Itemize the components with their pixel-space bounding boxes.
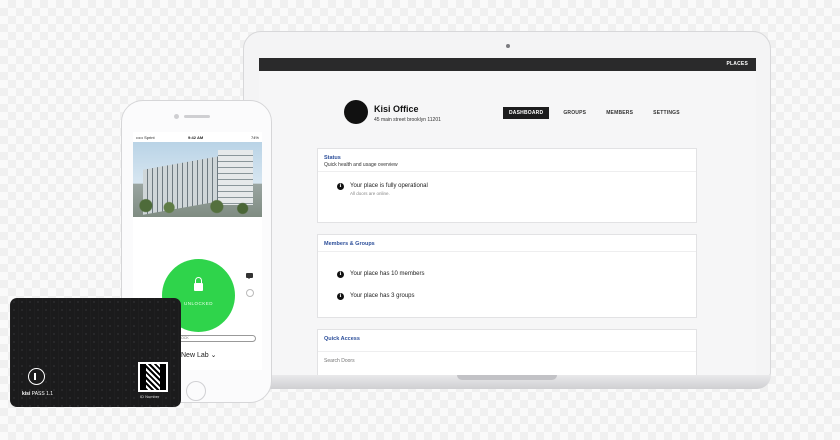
- chat-icon[interactable]: [246, 273, 253, 279]
- status-row: i Your place is fully operational All do…: [337, 183, 428, 196]
- quick-access-title: Quick Access: [324, 336, 360, 342]
- status-subtitle: Quick health and usage overview: [324, 162, 398, 168]
- place-name: Kisi Office: [374, 104, 419, 114]
- status-message: Your place is fully operational: [350, 183, 428, 189]
- card-brand: kisi PASS 1.1: [22, 391, 53, 397]
- status-title: Status: [324, 155, 341, 161]
- groups-text: Your place has 3 groups: [350, 293, 415, 299]
- kisi-pass-card: kisi PASS 1.1 ID Number: [10, 298, 181, 407]
- search-doors-input[interactable]: [318, 351, 696, 369]
- phone-camera: [174, 114, 179, 119]
- phone-speaker: [184, 115, 210, 118]
- phone-status-bar: ••••• Sprint 9:42 AM 74%: [133, 132, 262, 142]
- place-header: Kisi Office 45 main street brooklyn 1120…: [259, 71, 756, 141]
- lab-name: New Lab: [181, 352, 209, 359]
- places-link[interactable]: PLACES: [727, 61, 748, 67]
- place-logo: [344, 100, 368, 124]
- status-detail: All doors are online.: [350, 191, 390, 196]
- trees: [133, 198, 262, 217]
- status-card-header: Status Quick health and usage overview: [318, 149, 696, 172]
- members-groups-title: Members & Groups: [324, 241, 375, 247]
- tab-dashboard[interactable]: DASHBOARD: [503, 107, 550, 119]
- card-model: PASS 1.1: [31, 391, 54, 397]
- members-groups-card: Members & Groups i Your place has 10 mem…: [317, 234, 697, 318]
- brand-name: kisi: [22, 391, 31, 397]
- main-nav: DASHBOARD GROUPS MEMBERS SETTINGS: [503, 107, 686, 119]
- qr-label: ID Number: [140, 394, 160, 399]
- tab-groups[interactable]: GROUPS: [557, 107, 592, 119]
- members-row[interactable]: i Your place has 10 members: [337, 271, 425, 278]
- chevron-down-icon: ⌄: [208, 352, 217, 359]
- members-text: Your place has 10 members: [350, 271, 425, 277]
- place-address: 45 main street brooklyn 11201: [374, 117, 441, 123]
- info-icon: i: [337, 183, 344, 190]
- info-icon: i: [337, 293, 344, 300]
- laptop: PLACES Kisi Office 45 main street brookl…: [243, 31, 771, 391]
- dashboard-screen: PLACES Kisi Office 45 main street brookl…: [259, 58, 756, 376]
- circle-icon[interactable]: [246, 289, 254, 297]
- info-icon: i: [337, 271, 344, 278]
- members-groups-header: Members & Groups: [318, 235, 696, 252]
- status-text: Your place is fully operational All door…: [350, 183, 428, 196]
- tab-members[interactable]: MEMBERS: [600, 107, 639, 119]
- battery-label: 74%: [250, 135, 259, 140]
- carrier-label: ••••• Sprint: [136, 135, 155, 140]
- kisi-logo: [28, 368, 45, 385]
- qr-code: [138, 362, 168, 392]
- laptop-camera: [506, 44, 510, 48]
- place-selector[interactable]: New Lab ⌄: [181, 351, 216, 359]
- phone-time: 9:42 AM: [188, 135, 204, 140]
- qr-pattern: [140, 364, 166, 390]
- laptop-notch: [457, 375, 557, 380]
- home-button[interactable]: [186, 381, 206, 401]
- building-tower: [218, 150, 253, 205]
- building-photo: [133, 142, 262, 217]
- status-card: Status Quick health and usage overview i…: [317, 148, 697, 223]
- lock-icon: [194, 277, 203, 291]
- top-bar: PLACES: [259, 58, 756, 71]
- quick-access-card: Quick Access: [317, 329, 697, 376]
- groups-row[interactable]: i Your place has 3 groups: [337, 293, 415, 300]
- laptop-lid: PLACES Kisi Office 45 main street brookl…: [243, 31, 771, 377]
- tab-settings[interactable]: SETTINGS: [647, 107, 686, 119]
